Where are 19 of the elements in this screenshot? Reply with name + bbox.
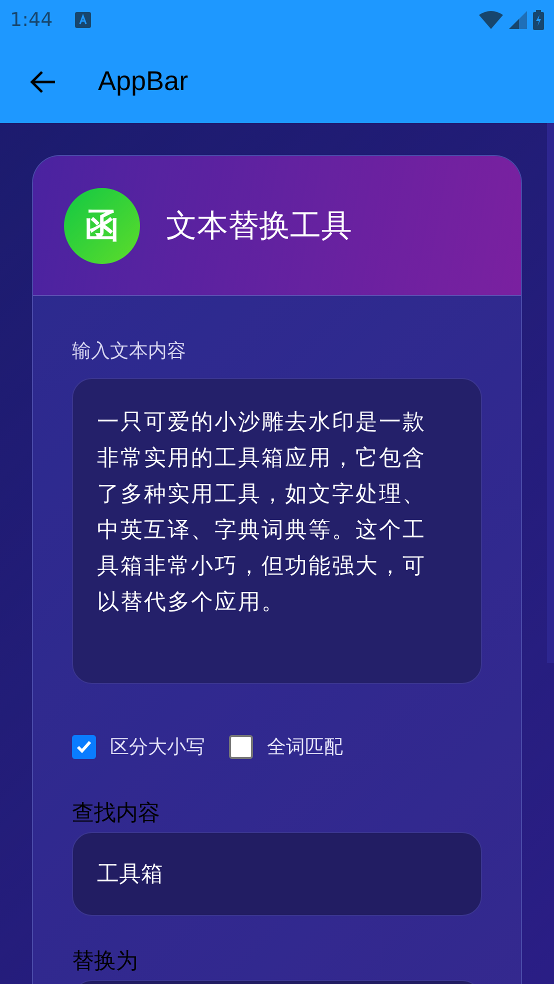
checkbox[interactable]: [72, 735, 96, 759]
checkbox-label: 区分大小写: [110, 735, 205, 760]
app-logo: 函: [64, 188, 140, 264]
card-title: 文本替换工具: [166, 206, 352, 246]
checkbox-label: 全词匹配: [267, 735, 343, 760]
input-label: 输入文本内容: [72, 339, 187, 364]
wifi-icon: [479, 11, 503, 29]
keyboard-icon: [74, 12, 91, 28]
signal-icon: [509, 11, 527, 29]
find-label: 查找内容: [72, 800, 161, 828]
check-icon: [76, 740, 92, 754]
checkbox[interactable]: [229, 735, 253, 759]
back-arrow-icon: [30, 70, 56, 94]
app-bar-title: AppBar: [98, 66, 188, 97]
find-input-field[interactable]: 工具箱: [72, 832, 482, 916]
battery-icon: [533, 10, 544, 30]
status-time: 1:44: [10, 9, 53, 31]
text-input-area[interactable]: 一只可爱的小沙雕去水印是一款非常实用的工具箱应用，它包含了多种实用工具，如文字处理、中英互译、字典词典等。这个工具箱非常小巧，但功能强大，可以替代多个应用。: [72, 378, 482, 684]
replace-label: 替换为: [72, 948, 139, 976]
